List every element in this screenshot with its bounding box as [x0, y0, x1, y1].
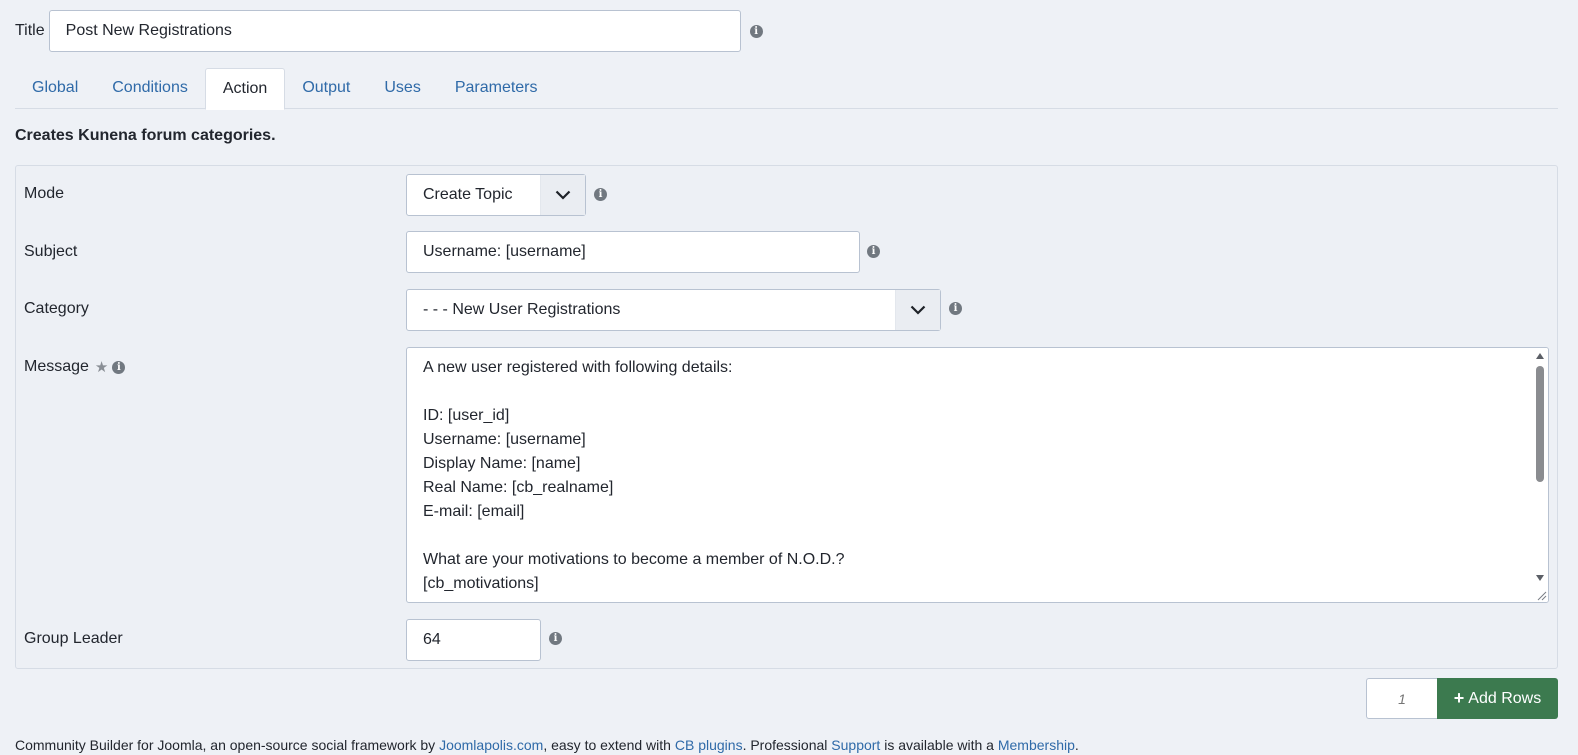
chevron-down-icon: [895, 290, 940, 330]
footer-text: Community Builder for Joomla, an open-so…: [15, 737, 440, 753]
add-rows-group: + Add Rows: [1366, 678, 1558, 719]
textarea-scrollbar[interactable]: [1533, 348, 1548, 602]
footer-text: , easy to extend with: [543, 737, 675, 753]
add-rows-button[interactable]: + Add Rows: [1437, 678, 1558, 719]
scroll-up-icon[interactable]: [1536, 353, 1544, 359]
scroll-down-icon[interactable]: [1536, 575, 1544, 581]
mode-label-text: Mode: [24, 185, 65, 202]
mode-label: Mode: [24, 185, 64, 203]
tab-parameters[interactable]: Parameters: [438, 68, 555, 109]
footer: Community Builder for Joomla, an open-so…: [15, 737, 1079, 753]
message-text[interactable]: A new user registered with following det…: [423, 356, 845, 596]
tab-global[interactable]: Global: [15, 68, 95, 109]
group-leader-label: Group Leader: [24, 630, 123, 648]
info-icon[interactable]: i: [749, 24, 763, 38]
rows-count-input[interactable]: [1366, 678, 1437, 719]
footer-text: .: [1074, 737, 1079, 753]
cb-plugins-link[interactable]: CB plugins: [675, 737, 743, 753]
mode-info-icon[interactable]: i: [594, 188, 607, 201]
tab-bar: Global Conditions Action Output Uses Par…: [15, 68, 1558, 110]
tab-conditions[interactable]: Conditions: [95, 68, 205, 109]
action-description: Creates Kunena forum categories.: [15, 127, 276, 144]
joomlapolis-link[interactable]: Joomlapolis.com: [439, 737, 543, 753]
title-label: Title: [15, 22, 45, 39]
title-row: Title i: [15, 10, 763, 52]
tab-output[interactable]: Output: [285, 68, 367, 109]
subject-input[interactable]: [406, 231, 860, 273]
subject-label: Subject: [24, 243, 77, 261]
message-label-text: Message: [24, 358, 89, 375]
message-label: Message ★ i: [24, 358, 126, 376]
support-link[interactable]: Support: [831, 737, 880, 753]
group-leader-info-icon[interactable]: i: [549, 632, 562, 645]
mode-select-value: Create Topic: [423, 186, 513, 203]
category-info-icon[interactable]: i: [949, 302, 962, 315]
plus-icon: +: [1453, 688, 1465, 708]
chevron-down-icon: [540, 175, 585, 215]
category-label-text: Category: [24, 300, 89, 317]
star-icon: ★: [94, 359, 109, 376]
category-label: Category: [24, 300, 89, 318]
add-rows-label: Add Rows: [1468, 689, 1542, 707]
subject-info-icon[interactable]: i: [867, 245, 880, 258]
message-info-icon[interactable]: i: [112, 360, 126, 374]
group-leader-label-text: Group Leader: [24, 630, 123, 647]
subject-label-text: Subject: [24, 243, 78, 260]
footer-text: . Professional: [742, 737, 832, 753]
title-input[interactable]: [48, 10, 741, 52]
footer-text: is available with a: [880, 737, 998, 753]
category-select-value: - - - New User Registrations: [423, 301, 621, 318]
membership-link[interactable]: Membership: [998, 737, 1075, 753]
message-textarea[interactable]: A new user registered with following det…: [406, 347, 1549, 603]
category-select[interactable]: - - - New User Registrations: [406, 289, 941, 331]
resize-handle-icon[interactable]: [1535, 589, 1547, 601]
group-leader-input[interactable]: [406, 619, 541, 661]
action-panel: Mode Create Topic i Subject i Category -…: [15, 165, 1558, 669]
scroll-thumb[interactable]: [1536, 366, 1544, 482]
tab-action[interactable]: Action: [204, 68, 286, 110]
mode-select[interactable]: Create Topic: [406, 174, 586, 216]
tab-uses[interactable]: Uses: [367, 68, 437, 109]
